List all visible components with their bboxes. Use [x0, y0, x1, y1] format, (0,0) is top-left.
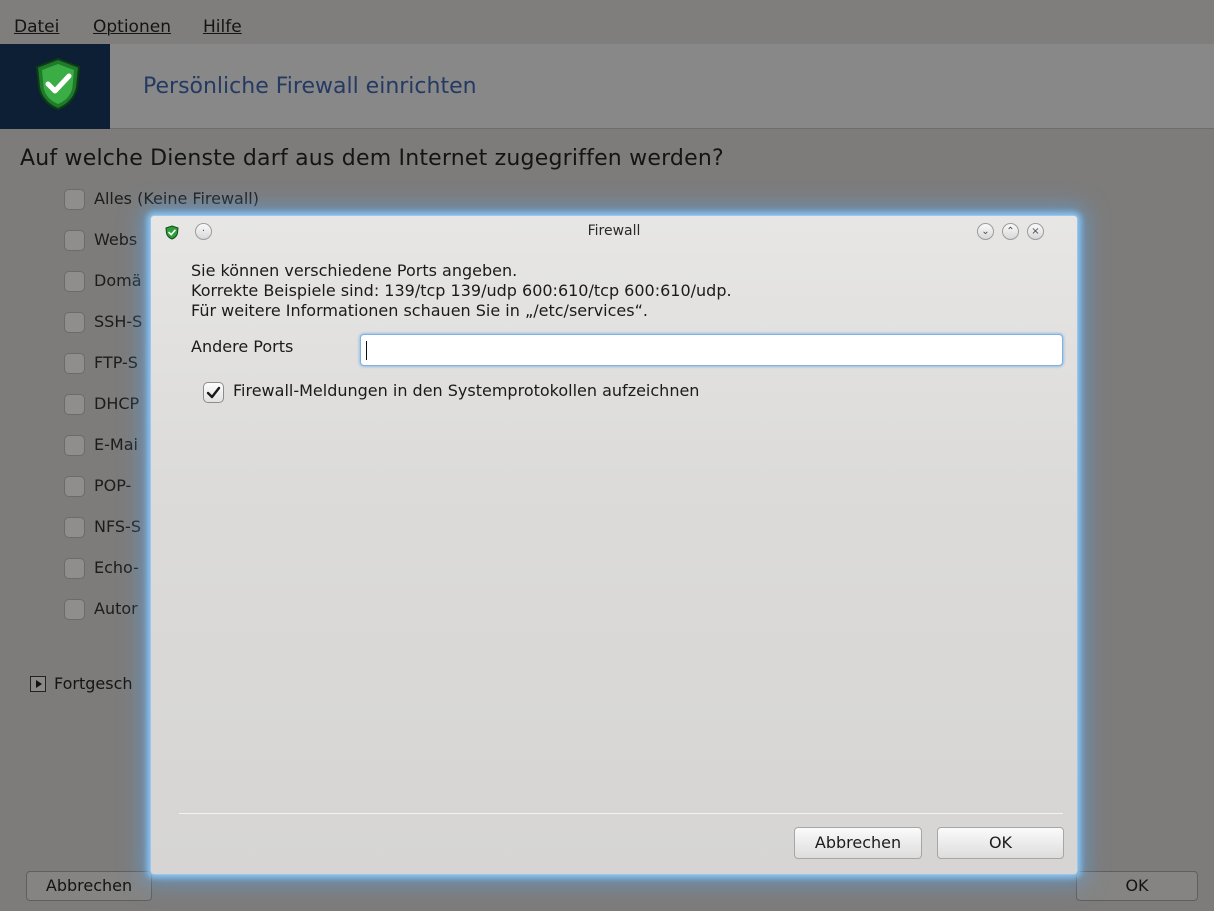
menu-optionen[interactable]: Optionen — [93, 17, 171, 37]
menu-hilfe[interactable]: Hilfe — [203, 17, 242, 37]
advanced-label: Fortgesch — [54, 674, 133, 693]
service-checkbox[interactable] — [64, 353, 85, 374]
menubar: Datei Optionen Hilfe — [0, 0, 1214, 44]
service-label: Alles (Keine Firewall) — [94, 189, 259, 208]
service-label: NFS-S — [94, 517, 141, 536]
service-label: E-Mai — [94, 435, 138, 454]
service-label: Autor — [94, 599, 138, 618]
info-line: Sie können verschiedene Ports angeben. — [191, 261, 518, 280]
service-checkbox[interactable] — [64, 394, 85, 415]
other-ports-input[interactable] — [360, 334, 1063, 366]
main-ok-button[interactable]: OK — [1076, 871, 1198, 901]
maximize-icon[interactable]: ⌃ — [1002, 223, 1019, 240]
shield-check-icon — [35, 57, 81, 111]
checkmark-icon — [206, 386, 221, 399]
info-line: Korrekte Beispiele sind: 139/tcp 139/udp… — [191, 281, 732, 300]
header-banner: Persönliche Firewall einrichten — [0, 44, 1214, 129]
main-cancel-button[interactable]: Abbrechen — [26, 871, 152, 901]
header-arrow — [110, 64, 128, 108]
log-checkbox[interactable] — [203, 382, 224, 403]
services-question: Auf welche Dienste darf aus dem Internet… — [20, 146, 724, 171]
header-icon-panel — [0, 44, 110, 129]
log-checkbox-label: Firewall-Meldungen in den Systemprotokol… — [233, 381, 700, 400]
service-checkbox[interactable] — [64, 517, 85, 538]
info-line: Für weitere Informationen schauen Sie in… — [191, 301, 648, 320]
service-checkbox[interactable] — [64, 189, 85, 210]
service-checkbox[interactable] — [64, 312, 85, 333]
service-label: DHCP — [94, 394, 140, 413]
service-checkbox[interactable] — [64, 599, 85, 620]
firewall-dialog: · Firewall ⌄ ⌃ × Sie können verschiedene… — [150, 215, 1078, 875]
minimize-icon[interactable]: ⌄ — [977, 223, 994, 240]
service-label: Domä — [94, 271, 142, 290]
dialog-title: Firewall — [587, 223, 641, 239]
service-label: FTP-S — [94, 353, 138, 372]
close-icon[interactable]: × — [1027, 223, 1044, 240]
other-ports-label: Andere Ports — [191, 337, 294, 356]
page-title: Persönliche Firewall einrichten — [143, 74, 477, 99]
dialog-cancel-button[interactable]: Abbrechen — [794, 827, 922, 859]
dialog-separator — [179, 813, 1063, 814]
dialog-titlebar[interactable]: · Firewall ⌄ ⌃ × — [151, 216, 1077, 246]
dialog-ok-button[interactable]: OK — [937, 827, 1064, 859]
service-checkbox[interactable] — [64, 435, 85, 456]
service-checkbox[interactable] — [64, 230, 85, 251]
service-label: Echo- — [94, 558, 139, 577]
expand-arrow-icon[interactable] — [30, 676, 46, 692]
service-checkbox[interactable] — [64, 558, 85, 579]
dialog-info-text: Sie können verschiedene Ports angeben. K… — [191, 261, 732, 321]
service-checkbox[interactable] — [64, 271, 85, 292]
service-label: SSH-S — [94, 312, 143, 331]
service-checkbox[interactable] — [64, 476, 85, 497]
text-caret — [366, 341, 367, 360]
service-label: Webs — [94, 230, 138, 249]
service-label: POP- — [94, 476, 132, 495]
menu-datei[interactable]: Datei — [14, 17, 59, 37]
